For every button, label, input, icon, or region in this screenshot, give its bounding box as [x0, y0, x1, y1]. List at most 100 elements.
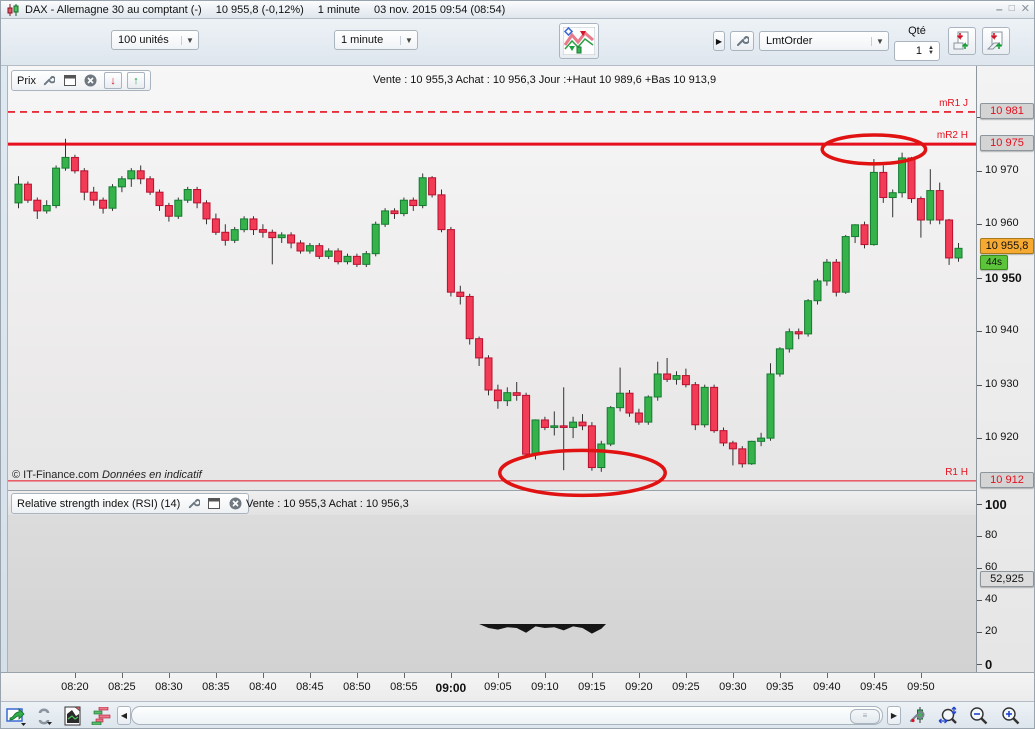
candle — [324, 250, 333, 257]
candle — [522, 394, 531, 455]
time-tick — [544, 673, 546, 678]
collapsed-side-panel[interactable] — [1, 66, 8, 672]
qty-stepper[interactable]: 1 ▲ ▼ — [894, 41, 940, 61]
detach-window-icon[interactable] — [62, 73, 78, 88]
rsi-chart[interactable] — [8, 515, 976, 672]
rsi-title-box: Relative strength index (RSI) (14) — [11, 493, 250, 514]
candle — [127, 170, 136, 180]
candle — [117, 178, 126, 188]
zoom-in-icon[interactable] — [999, 705, 1023, 727]
order-book-icon[interactable] — [89, 705, 113, 727]
candle — [33, 199, 42, 212]
candle — [211, 218, 220, 233]
scroll-right-button[interactable]: ▶ — [887, 706, 901, 725]
price-tick-label: 10 930 — [985, 377, 1019, 390]
title-timeframe: 1 minute — [317, 3, 360, 16]
title-bar: DAX - Allemagne 30 au comptant (-) 10 95… — [1, 1, 1034, 19]
screenshot-icon[interactable] — [61, 705, 85, 727]
price-pane[interactable]: Prix ↓ ↑ Vente : 10 955,3 Achat : 10 956… — [8, 66, 976, 490]
time-tick-label: 09:05 — [484, 681, 512, 693]
rsi-oversold-fill — [479, 623, 606, 634]
time-tick — [638, 673, 640, 678]
candle — [672, 375, 681, 380]
time-axis[interactable]: 08:20 08:25 08:30 08:35 08:40 08:45 08:50 08:55… — [1, 672, 1034, 701]
candle — [597, 443, 606, 469]
time-tick-label: 08:55 — [390, 681, 418, 693]
rsi-tick — [977, 503, 982, 505]
chart-style-button[interactable] — [559, 23, 599, 59]
stepper-arrows[interactable]: ▲ ▼ — [925, 45, 939, 56]
order-settings-button[interactable] — [730, 31, 754, 51]
candle — [164, 205, 173, 217]
candle — [587, 425, 596, 469]
wrench-icon[interactable] — [41, 73, 57, 88]
zoom-fit-icon[interactable] — [937, 705, 961, 727]
rsi-tick-label: 80 — [985, 528, 998, 541]
zoom-out-icon[interactable] — [967, 705, 991, 727]
candle — [343, 255, 352, 263]
chevron-down-icon: ▼ — [871, 36, 888, 46]
magnet-mode-icon[interactable] — [33, 705, 57, 727]
rsi-tick — [977, 631, 982, 633]
rsi-tick-label: 40 — [985, 592, 998, 605]
candle — [136, 170, 145, 180]
time-tick-label: 08:35 — [202, 681, 230, 693]
candle — [710, 386, 719, 432]
time-tick-label: 09:10 — [531, 681, 559, 693]
candle — [860, 224, 869, 246]
scrollbar-grip[interactable]: ≡ — [850, 709, 880, 724]
price-pane-header: Prix ↓ ↑ — [11, 70, 151, 91]
candle — [418, 177, 427, 207]
candle — [428, 177, 437, 196]
price-tick-label: 10 920 — [985, 431, 1019, 444]
candle — [719, 430, 728, 444]
rsi-value-label: 52,925 — [980, 571, 1034, 588]
candle — [653, 373, 662, 398]
collapse-panel-button[interactable]: ▶ — [713, 31, 725, 51]
close-icon[interactable] — [83, 73, 99, 88]
chart-settings-icon[interactable] — [907, 705, 931, 727]
wrench-icon[interactable] — [185, 496, 201, 511]
time-tick — [779, 673, 781, 678]
candle — [409, 199, 418, 207]
candle — [663, 373, 672, 380]
scroll-left-button[interactable]: ◀ — [117, 706, 131, 725]
buy-arrow-icon[interactable]: ↑ — [126, 72, 145, 89]
price-axis[interactable]: 10 98010 97010 96010 95010 94010 93010 9… — [976, 66, 1034, 672]
time-tick-label: 08:25 — [108, 681, 136, 693]
candle — [249, 218, 258, 231]
candle — [907, 157, 916, 200]
open-chart-window-icon[interactable] — [5, 705, 29, 727]
maximize-button[interactable]: □ — [1009, 2, 1015, 16]
minimize-button[interactable]: – — [996, 2, 1003, 16]
orders-transfer-button[interactable] — [948, 27, 976, 55]
trading-platform-window: DAX - Allemagne 30 au comptant (-) 10 95… — [0, 0, 1035, 729]
close-button[interactable]: ✕ — [1021, 2, 1030, 16]
time-tick-label: 09:35 — [766, 681, 794, 693]
candle — [315, 245, 324, 257]
time-tick-label: 09:30 — [719, 681, 747, 693]
candle — [456, 291, 465, 297]
arrow-down-icon[interactable]: ▼ — [928, 50, 934, 56]
chart-scrollbar[interactable]: ≡ — [131, 706, 883, 725]
candle — [616, 392, 625, 409]
sell-arrow-icon[interactable]: ↓ — [103, 72, 122, 89]
candle — [531, 419, 540, 455]
order-type-dropdown[interactable]: LmtOrder ▼ — [759, 31, 889, 51]
detach-window-icon[interactable] — [206, 496, 222, 511]
positions-button[interactable] — [982, 27, 1010, 55]
candle — [935, 190, 944, 221]
rsi-pane[interactable] — [8, 515, 976, 672]
price-tick — [977, 331, 982, 333]
price-tick — [977, 170, 982, 172]
candle — [240, 218, 249, 231]
candle — [437, 194, 446, 231]
price-chart[interactable] — [8, 66, 976, 490]
level-price-label: 10 981 — [980, 102, 1034, 119]
candle — [99, 199, 108, 209]
timeframe-dropdown[interactable]: 1 minute ▼ — [334, 30, 418, 50]
units-dropdown[interactable]: 100 unités ▼ — [111, 30, 199, 50]
rsi-tick-label: 20 — [985, 624, 998, 637]
close-icon[interactable] — [227, 496, 243, 511]
time-tick — [920, 673, 922, 678]
